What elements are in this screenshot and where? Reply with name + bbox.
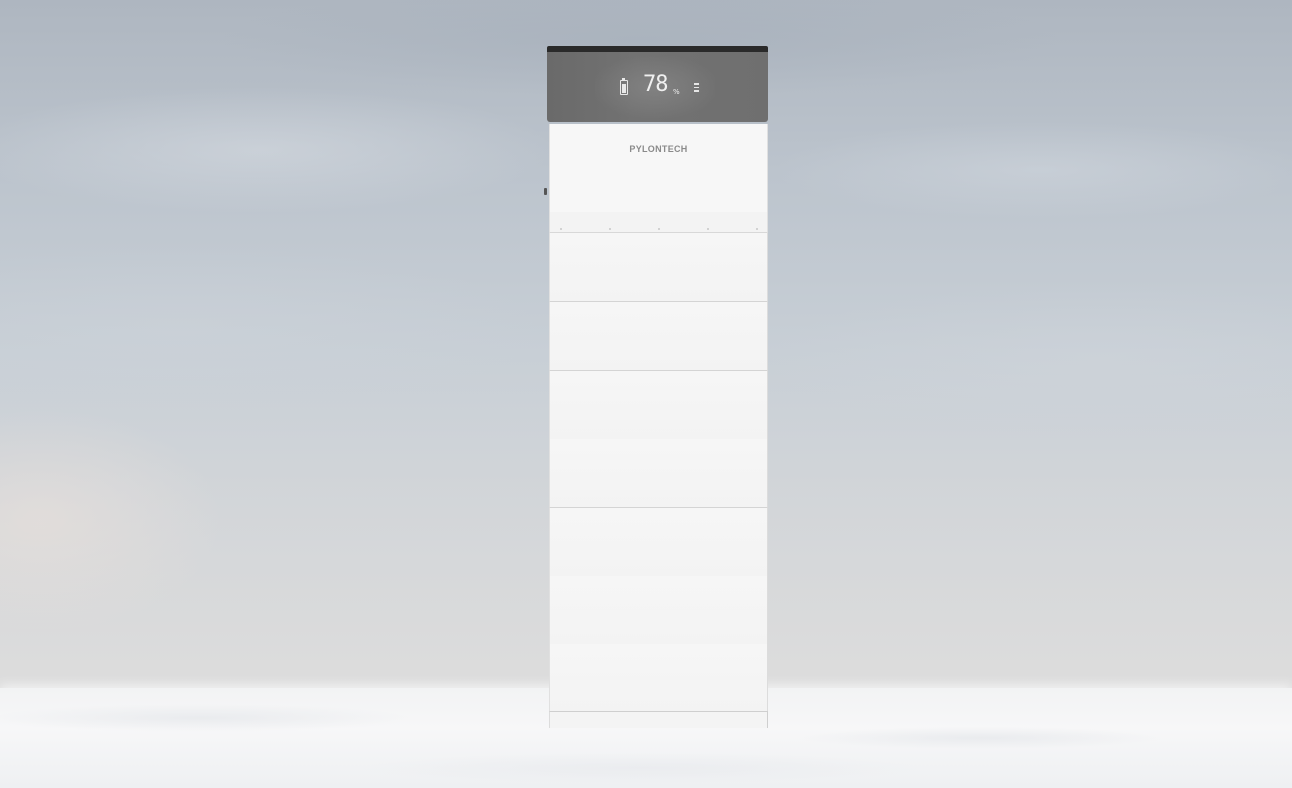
battery-module [549,371,768,440]
divider-strip [549,212,768,233]
battery-module [549,302,768,371]
battery-module [549,576,768,645]
battery-module [549,508,768,577]
base-plinth [549,711,768,728]
battery-tower: 78 % PYLONTECH [544,46,768,728]
battery-module [549,439,768,508]
display-panel: 78 % [547,52,768,122]
status-bars-icon [694,83,700,95]
battery-level-fill [622,84,626,93]
soc-value: 78 [643,72,668,97]
battery-product-scene: 78 % PYLONTECH [0,0,1292,788]
side-port [544,188,547,195]
soc-unit: % [673,88,680,96]
battery-module [549,644,768,713]
brand-logo: PYLONTECH [629,144,688,154]
battery-icon [620,78,628,95]
control-module: PYLONTECH [549,124,768,213]
battery-module [549,233,768,302]
